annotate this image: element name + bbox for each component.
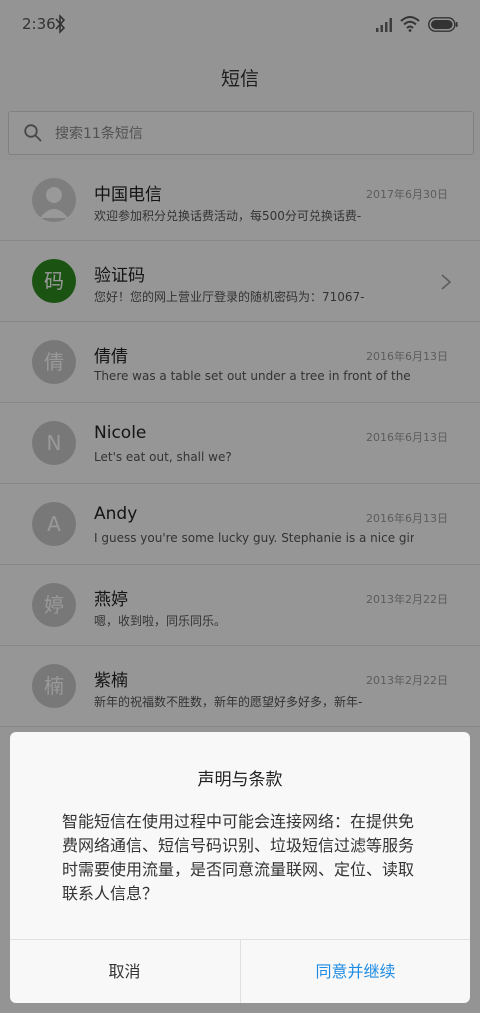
dialog-footer: 取消 同意并继续 xyxy=(10,939,470,1003)
cancel-button[interactable]: 取消 xyxy=(10,940,239,1003)
dialog-title: 声明与条款 xyxy=(197,770,283,790)
terms-dialog: 声明与条款 智能短信在使用过程中可能会连接网络：在提供免费网络通信、短信号码识别… xyxy=(10,732,470,1003)
agree-continue-button[interactable]: 同意并继续 xyxy=(240,940,470,1003)
dialog-message: 智能短信在使用过程中可能会连接网络：在提供免费网络通信、短信号码识别、垃圾短信过… xyxy=(62,812,415,903)
